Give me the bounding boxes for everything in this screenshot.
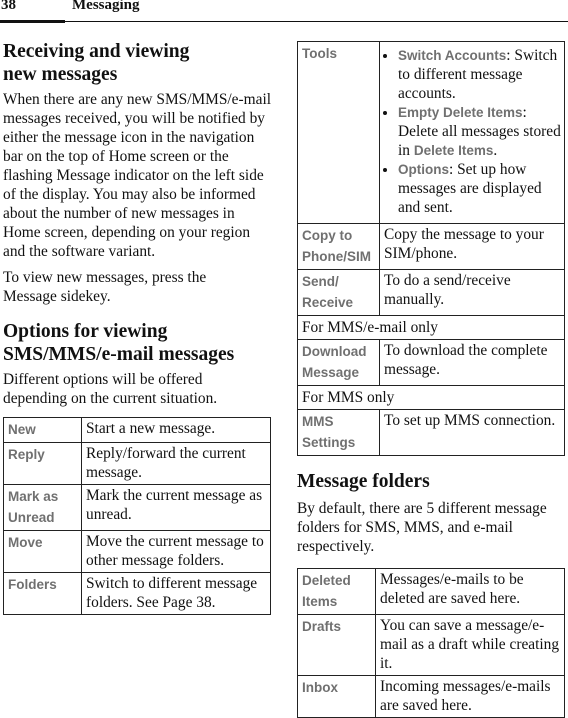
table-row: Folders Switch to different message fold… [3, 572, 271, 615]
table-row: Move Move the current message to other m… [3, 530, 271, 573]
heading-options: Options for viewing SMS/MMS/e-mail messa… [3, 321, 235, 365]
option-desc: Mark the current message as unread. [81, 484, 271, 531]
list-item: Empty Delete Items: Delete all messages … [398, 103, 561, 160]
paragraph-options: Different options will be offered depend… [3, 371, 218, 407]
paragraph-notification: When there are any new SMS/MMS/e-mail me… [3, 91, 271, 260]
table-row: New Start a new message. [3, 417, 271, 443]
option-desc: Reply/forward the current message. [81, 442, 271, 485]
section-label-mms-email: For MMS/e-mail only [297, 315, 565, 340]
table-row: Mark as Unread Mark the current message … [3, 484, 271, 531]
folder-term: Inbox [297, 675, 376, 718]
heading-message-folders: Message folders [297, 471, 430, 492]
table-row: MMS Settings To set up MMS connection. [297, 409, 565, 456]
option-desc: Switch to different message folders. See… [81, 572, 271, 615]
option-desc: Start a new message. [81, 417, 271, 443]
folder-desc: Messages/e-mails to be deleted are saved… [375, 568, 565, 615]
option-desc: To do a send/receive manually. [379, 269, 565, 316]
tools-list: Switch Accounts: Switch to different mes… [384, 46, 561, 217]
table-row: Send/ Receive To do a send/receive manua… [297, 269, 565, 316]
folder-desc: You can save a message/e-mail as a draft… [375, 614, 565, 676]
table-section-row: For MMS only [297, 385, 565, 410]
page-number: 38 [1, 0, 16, 13]
table-row: Copy to Phone/SIM Copy the message to yo… [297, 223, 565, 270]
options-table-continued: Tools Switch Accounts: Switch to differe… [297, 41, 565, 456]
keyword: Options [398, 162, 449, 177]
keyword: Empty Delete Items [398, 105, 523, 120]
option-term: Copy to Phone/SIM [297, 223, 380, 270]
folder-term: Drafts [297, 614, 376, 676]
option-desc: To set up MMS connection. [379, 409, 565, 456]
page-header: 38 Messaging [0, 0, 568, 23]
option-term: Folders [3, 572, 82, 615]
section-title: Messaging [72, 0, 140, 13]
option-desc: Switch Accounts: Switch to different mes… [379, 41, 565, 224]
left-column: Receiving and viewing new messages When … [3, 40, 271, 615]
item-text: . [493, 142, 498, 159]
option-term: Send/ Receive [297, 269, 380, 316]
option-term: Reply [3, 442, 82, 485]
paragraph-folders: By default, there are 5 different messag… [297, 500, 547, 555]
option-term: MMS Settings [297, 409, 380, 456]
header-rule [0, 21, 568, 22]
table-row: Drafts You can save a message/e-mail as … [297, 614, 565, 676]
right-column: Tools Switch Accounts: Switch to differe… [297, 41, 565, 718]
option-term: Mark as Unread [3, 484, 82, 531]
heading-receiving: Receiving and viewing new messages [3, 41, 190, 85]
folder-term: Deleted Items [297, 568, 376, 615]
paragraph-view: To view new messages, press the Message … [3, 269, 207, 305]
options-table: New Start a new message. Reply Reply/for… [3, 417, 271, 615]
option-term: New [3, 417, 82, 443]
table-section-row: For MMS/e-mail only [297, 315, 565, 340]
folders-table: Deleted Items Messages/e-mails to be del… [297, 568, 565, 718]
option-desc: To download the complete message. [379, 339, 565, 386]
table-row: Inbox Incoming messages/e-mails are save… [297, 675, 565, 718]
keyword: Switch Accounts [398, 48, 507, 63]
folder-desc: Incoming messages/e-mails are saved here… [375, 675, 565, 718]
option-desc: Copy the message to your SIM/phone. [379, 223, 565, 270]
option-term: Move [3, 530, 82, 573]
option-term: Tools [297, 41, 380, 224]
keyword: Delete Items [413, 143, 494, 158]
option-desc: Move the current message to other messag… [81, 530, 271, 573]
section-label-mms: For MMS only [297, 385, 565, 410]
table-row: Download Message To download the complet… [297, 339, 565, 386]
option-term: Download Message [297, 339, 380, 386]
table-row: Tools Switch Accounts: Switch to differe… [297, 41, 565, 224]
table-row: Reply Reply/forward the current message. [3, 442, 271, 485]
list-item: Switch Accounts: Switch to different mes… [398, 46, 561, 103]
list-item: Options: Set up how messages are display… [398, 160, 561, 217]
table-row: Deleted Items Messages/e-mails to be del… [297, 568, 565, 615]
